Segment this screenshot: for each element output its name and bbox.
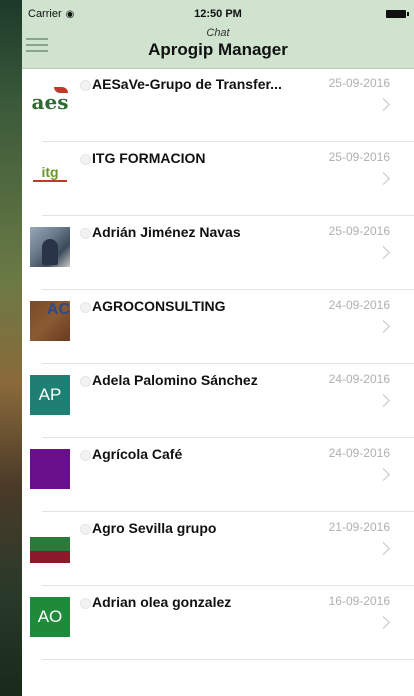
presence-dot bbox=[80, 302, 91, 313]
chat-date: 24-09-2016 bbox=[328, 372, 390, 386]
presence-dot bbox=[80, 154, 91, 165]
chat-name: ITG FORMACION bbox=[92, 150, 206, 166]
logo-band-bottom bbox=[30, 551, 70, 563]
logo-band-top bbox=[30, 523, 70, 537]
status-time: 12:50 PM bbox=[194, 8, 242, 20]
color-avatar bbox=[30, 449, 70, 489]
chat-row-adrian-olea[interactable]: AO Adrian olea gonzalez 16-09-2016 bbox=[30, 586, 414, 660]
aes-logo-avatar: aes bbox=[30, 79, 70, 119]
battery-icon bbox=[386, 10, 409, 18]
avatar-text: itg bbox=[41, 163, 59, 180]
logo-band-middle bbox=[30, 537, 70, 551]
nav-title: Aprogip Manager bbox=[148, 40, 288, 59]
chat-row-adrian-jimenez[interactable]: Adrián Jiménez Navas 25-09-2016 bbox=[30, 216, 414, 290]
background-sidebar-strip bbox=[0, 0, 22, 696]
presence-dot bbox=[80, 228, 91, 239]
logo-bar bbox=[33, 179, 67, 182]
chevron-right-icon bbox=[377, 98, 390, 111]
avatar-text: AC bbox=[46, 301, 70, 318]
chat-row-agroconsulting[interactable]: AC AGROCONSULTING 24-09-2016 bbox=[30, 290, 414, 364]
status-bar: Carrier ◉ 12:50 PM bbox=[22, 6, 414, 22]
chat-row-agricola-cafe[interactable]: Agrícola Café 24-09-2016 bbox=[30, 438, 414, 512]
chat-date: 16-09-2016 bbox=[328, 594, 390, 608]
photo-avatar bbox=[30, 227, 70, 267]
chevron-right-icon bbox=[377, 616, 390, 629]
chat-row-agro-sevilla[interactable]: Agro Sevilla grupo 21-09-2016 bbox=[30, 512, 414, 586]
nav-subtitle: Chat bbox=[206, 27, 230, 39]
presence-dot bbox=[80, 524, 91, 535]
chevron-right-icon bbox=[377, 542, 390, 555]
chevron-right-icon bbox=[377, 394, 390, 407]
app-window: Carrier ◉ 12:50 PM Chat Aprogip Manager a… bbox=[22, 0, 414, 696]
chat-name: Agro Sevilla grupo bbox=[92, 520, 217, 536]
chevron-right-icon bbox=[377, 468, 390, 481]
chat-name: Adrian olea gonzalez bbox=[92, 594, 232, 610]
chevron-right-icon bbox=[377, 320, 390, 333]
chat-name: Agrícola Café bbox=[92, 446, 183, 462]
presence-dot bbox=[80, 450, 91, 461]
chevron-right-icon bbox=[377, 172, 390, 185]
chat-name: Adrián Jiménez Navas bbox=[92, 224, 241, 240]
initials-avatar: AO bbox=[30, 597, 70, 637]
presence-dot bbox=[80, 376, 91, 387]
chat-date: 21-09-2016 bbox=[328, 520, 390, 534]
presence-dot bbox=[80, 80, 91, 91]
chat-row-aesave[interactable]: aes AESaVe-Grupo de Transfer... 25-09-20… bbox=[30, 68, 414, 142]
initials-avatar: AP bbox=[30, 375, 70, 415]
chat-row-itg[interactable]: itg ITG FORMACION 25-09-2016 bbox=[30, 142, 414, 216]
chat-list: aes AESaVe-Grupo de Transfer... 25-09-20… bbox=[22, 68, 414, 660]
navigation-bar: Carrier ◉ 12:50 PM Chat Aprogip Manager bbox=[22, 0, 414, 69]
chat-name: AESaVe-Grupo de Transfer... bbox=[92, 76, 282, 92]
chat-date: 24-09-2016 bbox=[328, 298, 390, 312]
chat-date: 25-09-2016 bbox=[328, 76, 390, 90]
person-silhouette-icon bbox=[42, 239, 58, 265]
agro-sevilla-logo-avatar bbox=[30, 523, 70, 563]
itg-logo-avatar: itg bbox=[30, 153, 70, 193]
presence-dot bbox=[80, 598, 91, 609]
chat-date: 25-09-2016 bbox=[328, 150, 390, 164]
avatar-text: aes bbox=[31, 90, 69, 114]
agroconsulting-logo-avatar: AC bbox=[30, 301, 70, 341]
chevron-right-icon bbox=[377, 246, 390, 259]
chat-row-adela-palomino[interactable]: AP Adela Palomino Sánchez 24-09-2016 bbox=[30, 364, 414, 438]
chat-name: AGROCONSULTING bbox=[92, 298, 226, 314]
chat-date: 24-09-2016 bbox=[328, 446, 390, 460]
chat-date: 25-09-2016 bbox=[328, 224, 390, 238]
chat-name: Adela Palomino Sánchez bbox=[92, 372, 258, 388]
